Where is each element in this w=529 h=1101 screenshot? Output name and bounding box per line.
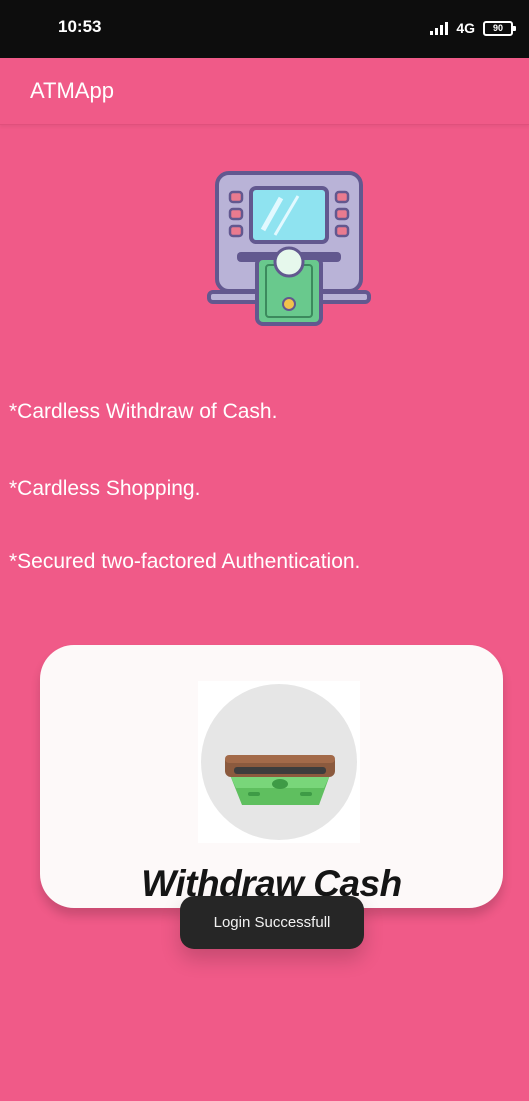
feature-two-factor-auth: *Secured two-factored Authentication. [9,550,361,573]
feature-cardless-withdraw: *Cardless Withdraw of Cash. [9,400,278,423]
feature-cardless-shopping: *Cardless Shopping. [9,477,201,500]
app-bar: ATMApp [0,58,529,125]
app-title: ATMApp [30,78,114,103]
status-time: 10:53 [58,17,102,36]
network-type: 4G [456,20,475,36]
login-success-toast: Login Successfull [180,896,364,949]
cash-withdraw-icon [201,684,357,840]
signal-icon [430,21,449,35]
status-bar: 10:53 4G 90 [0,0,529,58]
atm-machine-icon [207,171,371,326]
status-indicators: 4G 90 [430,17,516,39]
battery-icon: 90 [483,20,516,36]
battery-level: 90 [492,22,503,33]
withdraw-cash-card[interactable]: Withdraw Cash [40,645,503,908]
card-illustration-frame [198,681,360,843]
